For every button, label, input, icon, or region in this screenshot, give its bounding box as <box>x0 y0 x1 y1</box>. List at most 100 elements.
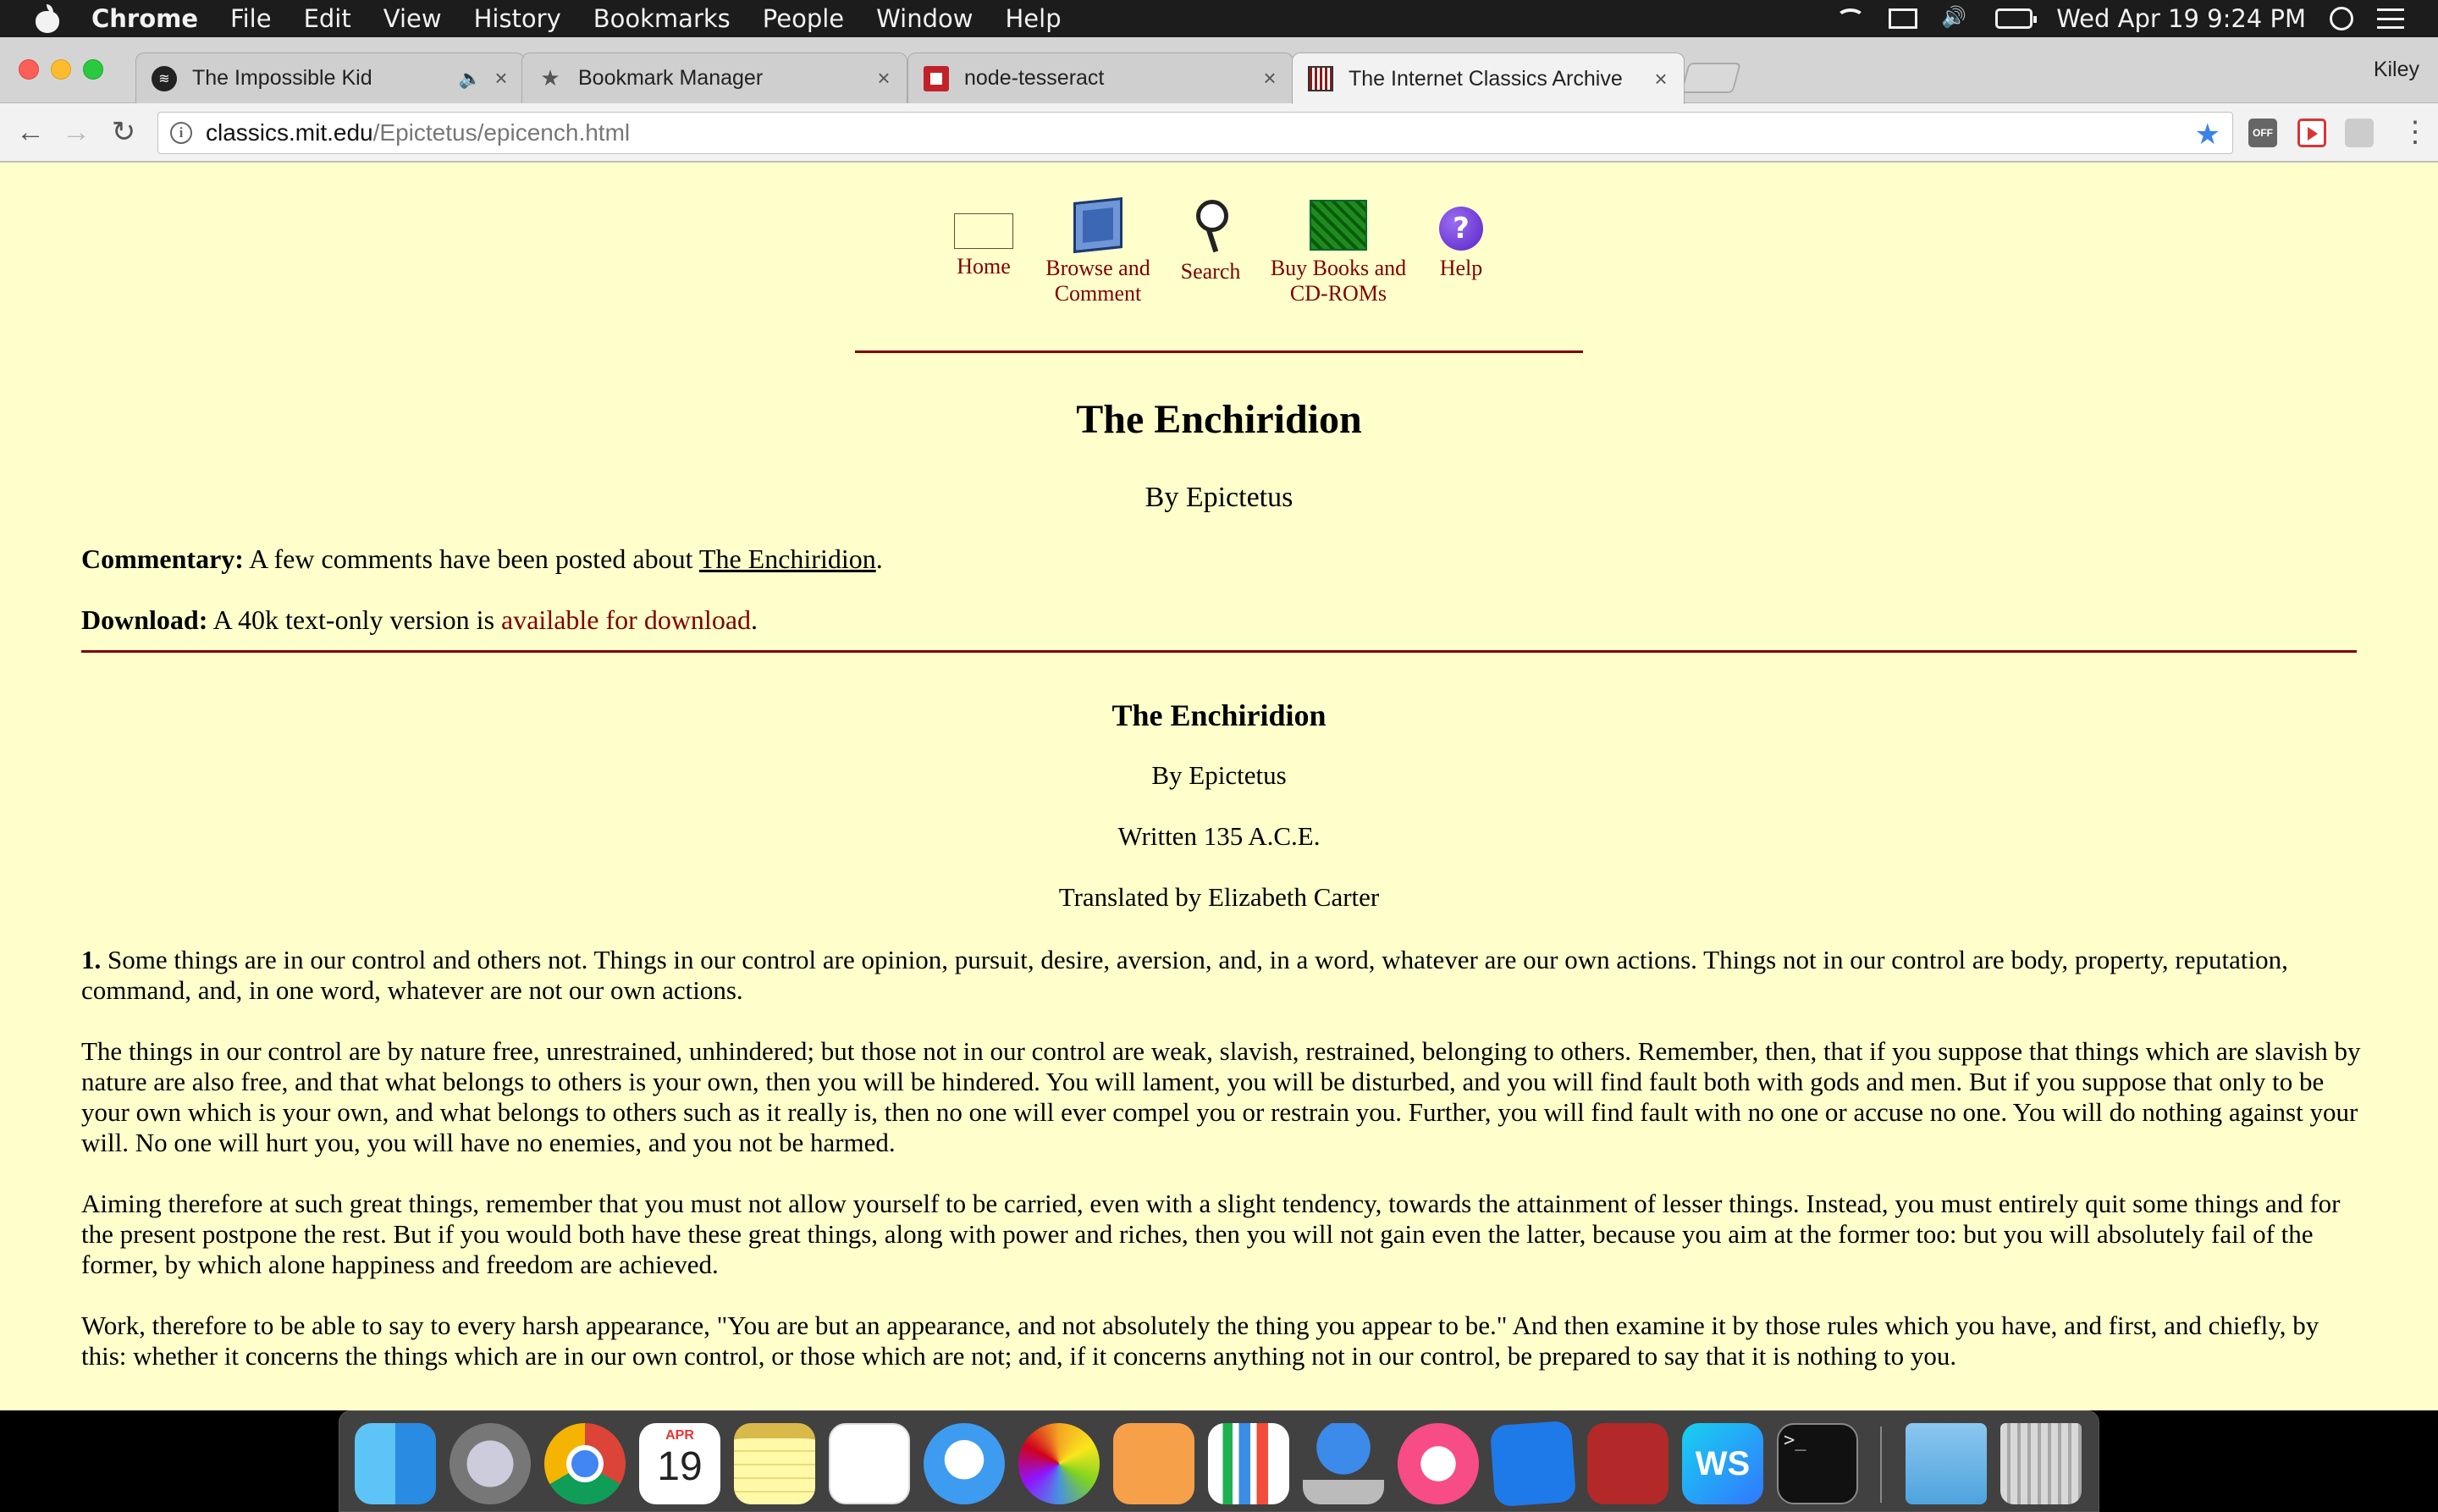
npm-icon <box>924 65 949 91</box>
url-path: /Epictetus/epicench.html <box>372 119 631 146</box>
parthenon-icon[interactable] <box>954 213 1013 249</box>
close-tab-icon[interactable]: × <box>1648 66 1674 92</box>
tab-internet-classics-archive[interactable]: The Internet Classics Archive × <box>1292 52 1685 104</box>
spotlight-search-icon[interactable] <box>2330 7 2353 30</box>
nav-search-label[interactable]: Search <box>1172 259 1249 284</box>
nav-help[interactable]: Help <box>1426 200 1497 281</box>
tab-label: The Internet Classics Archive <box>1349 66 1623 91</box>
calendar-day: 19 <box>657 1444 703 1489</box>
launchpad-icon[interactable] <box>450 1423 531 1504</box>
audio-playing-icon[interactable]: 🔈 <box>459 68 482 90</box>
menu-file[interactable]: File <box>230 4 272 33</box>
browser-toolbar: ← → ↻ i classics.mit.edu/Epictetus/epice… <box>0 103 2438 163</box>
back-arrow-icon[interactable]: ← <box>14 117 47 147</box>
numbers-icon[interactable] <box>1208 1423 1289 1504</box>
chrome-menu-icon[interactable] <box>2401 115 2430 149</box>
nav-buy-label-2[interactable]: CD-ROMs <box>1261 281 1415 306</box>
download-line: Download: A 40k text-only version is ava… <box>81 604 758 636</box>
tab-node-tesseract[interactable]: node-tesseract × <box>907 52 1293 103</box>
window-zoom-button[interactable] <box>83 59 103 80</box>
reminders-icon[interactable] <box>829 1423 910 1504</box>
paragraph-1: 1. Some things are in our control and ot… <box>81 945 2367 1006</box>
menu-window[interactable]: Window <box>876 4 973 33</box>
downloads-folder-icon[interactable] <box>1906 1423 1987 1504</box>
menu-app-chrome[interactable]: Chrome <box>91 4 198 33</box>
menu-edit[interactable]: Edit <box>304 4 351 33</box>
magnifying-glass-icon[interactable] <box>1191 200 1230 254</box>
chrome-icon[interactable] <box>544 1423 626 1504</box>
paragraph-2: The things in our control are by nature … <box>81 1036 2361 1157</box>
photo-booth-icon[interactable] <box>1587 1423 1669 1504</box>
messages-icon[interactable] <box>924 1423 1005 1504</box>
trash-icon[interactable] <box>2000 1423 2082 1504</box>
star-icon: ★ <box>540 65 560 91</box>
profile-button[interactable]: Kiley <box>2374 58 2419 82</box>
commentary-label: Commentary: <box>81 544 244 574</box>
reload-icon[interactable]: ↻ <box>107 117 141 147</box>
menu-help[interactable]: Help <box>1005 4 1061 33</box>
tab-impossible-kid[interactable]: ≋ The Impossible Kid 🔈 × <box>135 52 525 103</box>
written-date: Written 135 A.C.E. <box>1117 821 1321 851</box>
new-tab-button[interactable] <box>1680 63 1741 93</box>
calendar-month: APR <box>665 1428 694 1443</box>
forward-arrow-icon[interactable]: → <box>59 117 93 147</box>
window-close-button[interactable] <box>19 59 39 80</box>
nav-browse-label-2[interactable]: Comment <box>1034 281 1161 306</box>
address-bar[interactable]: i classics.mit.edu/Epictetus/epicench.ht… <box>157 112 2233 154</box>
site-info-icon[interactable]: i <box>170 122 192 144</box>
extension-play-icon[interactable] <box>2297 119 2326 147</box>
page-title: The Enchiridion <box>1076 397 1362 442</box>
notes-icon[interactable] <box>734 1423 815 1504</box>
keynote-icon[interactable] <box>1303 1423 1384 1504</box>
menubar-clock[interactable]: Wed Apr 19 9:24 PM <box>2056 4 2306 33</box>
book-icon[interactable] <box>1073 196 1122 254</box>
webstorm-icon[interactable] <box>1682 1423 1763 1504</box>
apple-icon[interactable] <box>34 4 61 33</box>
dock-separator <box>1880 1426 1882 1503</box>
airplay-icon[interactable] <box>1889 8 1918 29</box>
nav-buy-label-1[interactable]: Buy Books and <box>1261 256 1415 281</box>
close-tab-icon[interactable]: × <box>488 65 514 91</box>
window-minimize-button[interactable] <box>51 59 71 80</box>
help-question-icon[interactable] <box>1439 207 1483 251</box>
nav-home-label[interactable]: Home <box>943 254 1024 279</box>
tab-label: The Impossible Kid <box>192 66 372 90</box>
nav-home[interactable]: Home <box>943 200 1024 279</box>
download-text: A 40k text-only version is <box>207 604 502 635</box>
xcode-icon[interactable] <box>1489 1420 1577 1508</box>
extension-cast-icon[interactable] <box>2345 119 2374 147</box>
divider <box>81 650 2357 653</box>
tab-bookmark-manager[interactable]: ★ Bookmark Manager × <box>521 52 907 103</box>
calendar-icon[interactable]: APR 19 <box>639 1423 720 1504</box>
battery-icon[interactable] <box>1995 8 2038 29</box>
pages-icon[interactable] <box>1113 1423 1194 1504</box>
itunes-icon[interactable] <box>1398 1423 1479 1504</box>
menu-bookmarks[interactable]: Bookmarks <box>593 4 731 33</box>
terminal-icon[interactable] <box>1777 1423 1858 1504</box>
photos-icon[interactable] <box>1018 1423 1100 1504</box>
shopping-cart-icon[interactable] <box>1310 200 1367 251</box>
notification-center-icon[interactable] <box>2377 8 2404 29</box>
nav-search[interactable]: Search <box>1172 200 1249 284</box>
nav-browse-label-1[interactable]: Browse and <box>1034 256 1161 281</box>
menu-history[interactable]: History <box>474 4 561 33</box>
wifi-icon[interactable] <box>1836 8 1866 29</box>
nav-browse-comment[interactable]: Browse and Comment <box>1034 196 1161 306</box>
tab-label: node-tesseract <box>964 66 1105 90</box>
nav-help-label[interactable]: Help <box>1426 256 1497 281</box>
bookmark-star-icon[interactable]: ★ <box>2195 118 2220 152</box>
paragraph-4: Work, therefore to be able to say to eve… <box>81 1311 2319 1371</box>
volume-icon[interactable] <box>1941 5 1972 30</box>
nav-buy-books[interactable]: Buy Books and CD-ROMs <box>1261 200 1415 306</box>
section-number: 1. <box>81 945 102 974</box>
close-tab-icon[interactable]: × <box>871 65 896 91</box>
spotify-icon: ≋ <box>152 65 177 91</box>
menu-view[interactable]: View <box>383 4 442 33</box>
download-link[interactable]: available for download <box>501 604 751 635</box>
finder-icon[interactable] <box>355 1423 436 1504</box>
menu-people[interactable]: People <box>763 4 844 33</box>
commentary-link[interactable]: The Enchiridion <box>699 544 876 574</box>
mit-icon <box>1308 66 1333 91</box>
close-tab-icon[interactable]: × <box>1257 65 1282 91</box>
extension-off-icon[interactable]: OFF <box>2248 119 2277 147</box>
